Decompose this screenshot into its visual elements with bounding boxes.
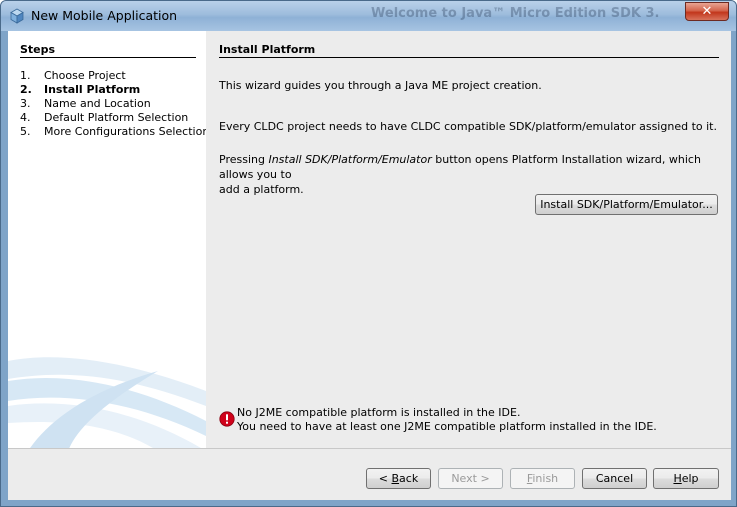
install-instructions-text: Pressing Install SDK/Platform/Emulator b…: [219, 152, 719, 197]
back-button[interactable]: < Back: [366, 468, 431, 489]
dialog-client: Steps 1. Choose Project 2. Install Platfor…: [8, 31, 731, 500]
error-line-1: No J2ME compatible platform is installed…: [237, 406, 521, 419]
finish-label: inish: [532, 472, 559, 485]
step-name-and-location: 3. Name and Location: [20, 97, 151, 110]
step-more-configurations-selection: 5. More Configurations Selection: [20, 125, 206, 138]
instructions-prefix: Pressing: [219, 153, 269, 166]
steps-panel: Steps 1. Choose Project 2. Install Platfor…: [8, 31, 206, 448]
help-mnemonic: H: [673, 472, 682, 485]
finish-button[interactable]: Finish: [510, 468, 575, 489]
back-arrow: <: [378, 472, 392, 485]
intro-text: This wizard guides you through a Java ME…: [219, 79, 542, 92]
step-choose-project: 1. Choose Project: [20, 69, 126, 82]
decorative-swoosh-graphic: [8, 357, 206, 448]
step-number: 1.: [20, 69, 31, 82]
requirement-text: Every CLDC project needs to have CLDC co…: [219, 120, 717, 133]
step-number: 3.: [20, 97, 31, 110]
error-line-2: You need to have at least one J2ME compa…: [237, 420, 657, 433]
background-window-title: Welcome to Java™ Micro Edition SDK 3.: [371, 6, 660, 21]
step-label: More Configurations Selection: [44, 125, 206, 138]
back-mnemonic: B: [391, 472, 400, 485]
help-button[interactable]: Help: [653, 468, 719, 489]
step-label: Choose Project: [44, 69, 126, 82]
content-divider: [219, 57, 719, 58]
cancel-button[interactable]: Cancel: [582, 468, 647, 489]
steps-heading: Steps: [20, 43, 56, 56]
error-message: No J2ME compatible platform is installed…: [237, 406, 657, 434]
window-title: New Mobile Application: [31, 8, 178, 23]
instructions-button-name: Install SDK/Platform/Emulator: [268, 153, 432, 166]
content-panel: Install Platform This wizard guides you …: [206, 31, 731, 448]
page-title: Install Platform: [219, 43, 316, 56]
error-icon: [219, 411, 235, 427]
next-button[interactable]: Next >: [438, 468, 503, 489]
netbeans-cube-icon: [10, 8, 24, 24]
footer-divider: [8, 448, 731, 449]
step-number: 2.: [20, 83, 32, 96]
step-default-platform-selection: 4. Default Platform Selection: [20, 111, 188, 124]
step-label: Default Platform Selection: [44, 111, 189, 124]
close-button[interactable]: ✕: [685, 2, 729, 21]
back-label: ack: [399, 472, 419, 485]
close-icon: ✕: [701, 4, 713, 19]
step-label: Name and Location: [44, 97, 151, 110]
step-install-platform: 2. Install Platform: [20, 83, 140, 96]
step-label: Install Platform: [44, 83, 141, 96]
step-number: 5.: [20, 125, 31, 138]
steps-divider: [20, 57, 196, 58]
install-sdk-platform-emulator-button[interactable]: Install SDK/Platform/Emulator...: [535, 194, 718, 215]
help-label: elp: [681, 472, 699, 485]
step-number: 4.: [20, 111, 31, 124]
title-bar[interactable]: New Mobile Application Welcome to Java™ …: [1, 1, 736, 31]
dialog-window: New Mobile Application Welcome to Java™ …: [0, 0, 737, 507]
instructions-line2: add a platform.: [219, 183, 304, 196]
